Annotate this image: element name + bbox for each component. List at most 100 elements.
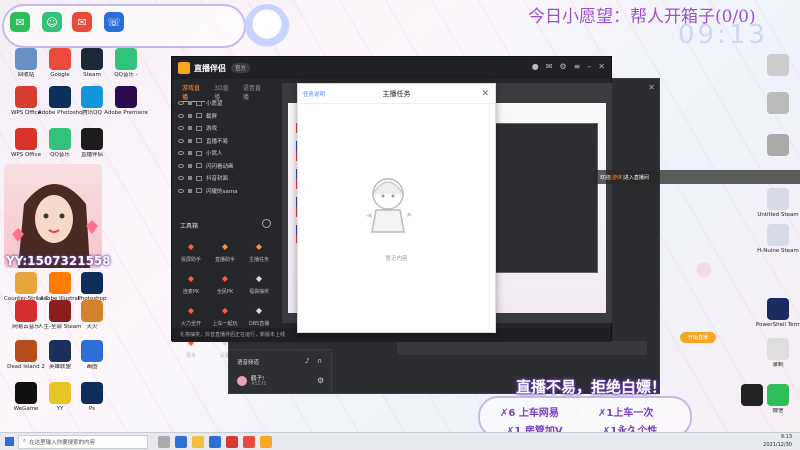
desktop-icon[interactable] [756,92,800,116]
scene-item[interactable]: 小窝人 [178,147,272,160]
phone-icon[interactable]: ☏ [104,12,124,32]
tools-title: 工具箱 [180,223,199,230]
live-companion-icon[interactable] [260,435,272,448]
desktop-icon[interactable]: 直播伴侣 [70,128,114,158]
clock-overlay: 09:13 [678,20,768,50]
lock-icon[interactable] [188,151,192,156]
start-live-button[interactable]: 开始直播 [680,332,716,343]
tool-item[interactable]: ◆ OBS直播 [242,303,276,328]
minimize-icon[interactable]: – [587,62,591,71]
dialog-title: 主播任务 [382,89,411,98]
eye-icon[interactable] [178,151,184,156]
scene-item[interactable]: 闪耀的sama [178,185,272,198]
settings-icon[interactable]: ⚙ [559,62,566,71]
tool-item[interactable]: ◆ 主播任务 [242,239,276,264]
app-icon [81,340,103,362]
mascot-avatar [244,4,290,54]
lock-icon[interactable] [188,101,192,106]
windows-start-button[interactable] [0,433,18,450]
tool-label: 投屏助手 [180,257,201,263]
tool-item[interactable]: ◆ 直播助手 [208,239,242,264]
desktop-icon[interactable]: 画图 [70,340,114,370]
desktop-icon[interactable]: Adobe Premiere [104,86,148,116]
desktop-icon[interactable]: H-Nuine Steam [756,224,800,254]
lock-icon[interactable] [188,188,192,193]
lock-icon[interactable] [188,113,192,118]
scene-label: 小愿望 [206,101,223,108]
folder-icon[interactable] [192,435,204,448]
gear-icon[interactable] [262,219,271,228]
taskbar-search[interactable]: ⌕ 在这里输入你要搜索的内容 [18,434,148,449]
desktop-icon[interactable]: Photoshop [70,272,114,302]
desktop-icon[interactable] [756,134,800,158]
desktop-icon[interactable]: Ps [70,382,114,412]
scene-item[interactable]: 截屏 [178,110,272,123]
task-rules-link[interactable]: 任务说明 [303,90,325,98]
desktop-icon[interactable]: Untitled Steam [756,188,800,218]
wps-icon[interactable] [226,435,238,448]
tool-item[interactable]: ◆ 福袋抽奖 [242,271,276,296]
webcam-feed [4,164,102,268]
headphone-icon[interactable]: ∩ [317,357,322,365]
desktop-icon[interactable] [730,384,774,408]
desktop-icon[interactable] [756,54,800,78]
mail-icon[interactable]: ✉ [72,12,92,32]
tool-item[interactable]: ◆ 投屏助手 [174,239,208,264]
mic-icon[interactable]: ♪ [305,357,309,365]
task-view-icon[interactable] [158,435,170,448]
eye-icon[interactable] [178,126,184,131]
eye-icon[interactable] [178,113,184,118]
voice-user[interactable]: 鹤子! #5575 [237,374,266,387]
desktop-icon[interactable]: QQ音乐 - [104,48,148,78]
store-icon[interactable] [209,435,221,448]
eye-icon[interactable] [178,188,184,193]
tool-item[interactable]: ◆ 全民PK [208,271,242,296]
scene-item[interactable]: 闪闪看动画 [178,160,272,173]
gear-icon[interactable]: ⚙ [317,376,324,385]
eye-icon[interactable] [178,176,184,181]
scene-item[interactable]: 小愿望 [178,97,272,110]
netease-icon[interactable] [243,435,255,448]
scene-item[interactable]: 抖音封面 [178,172,272,185]
app-icon [115,48,137,70]
close-icon[interactable]: ✕ [598,62,605,71]
system-tray[interactable]: 9:13 2021/12/30 [763,434,792,449]
mail-icon[interactable]: ✉ [546,62,553,71]
avatar-icon[interactable]: ● [532,62,539,71]
close-icon[interactable]: ✕ [481,89,489,99]
scene-item[interactable]: 直播不易 [178,135,272,148]
source-icon [196,175,202,181]
eye-icon[interactable] [178,163,184,168]
lock-icon[interactable] [188,163,192,168]
tool-item[interactable]: ◆ 连麦PK [174,271,208,296]
lock-icon[interactable] [188,138,192,143]
tool-icon: ◆ [187,273,195,283]
contacts-icon[interactable]: ☺ [42,12,62,32]
scene-label: 直播不易 [206,138,229,145]
desktop-icon[interactable]: PowerShell Terminator [756,298,800,328]
version-badge[interactable]: 官方 [231,63,251,73]
close-icon[interactable]: ✕ [648,83,655,92]
lock-icon[interactable] [188,176,192,181]
tool-label: OBS直播 [248,321,270,327]
app-icon [81,48,103,70]
task-dialog: 任务说明 主播任务 ✕ 暂无内容 [297,83,496,333]
source-icon [196,138,202,144]
menu-icon[interactable]: ≡ [574,62,581,71]
wechat-icon[interactable]: ✉ [10,12,30,32]
tool-icon: ◆ [221,241,229,251]
edge-icon[interactable] [175,435,187,448]
scene-label: 闪闪看动画 [206,163,234,170]
eye-icon[interactable] [178,138,184,143]
desktop-icon[interactable]: 录制 [756,338,800,368]
tool-label: 全民PK [216,289,234,295]
input-bar[interactable] [397,341,647,355]
eye-icon[interactable] [178,101,184,106]
lock-icon[interactable] [188,126,192,131]
desktop-icon-label: Adobe Premiere [104,110,148,116]
app-icon [81,86,103,108]
tool-item[interactable]: ◆ 上车一起玩 [208,303,242,328]
desktop-icon[interactable]: 天火 [70,300,114,330]
scene-item[interactable]: 游戏 [178,122,272,135]
tool-item[interactable]: ◆ 火力全开 [174,303,208,328]
